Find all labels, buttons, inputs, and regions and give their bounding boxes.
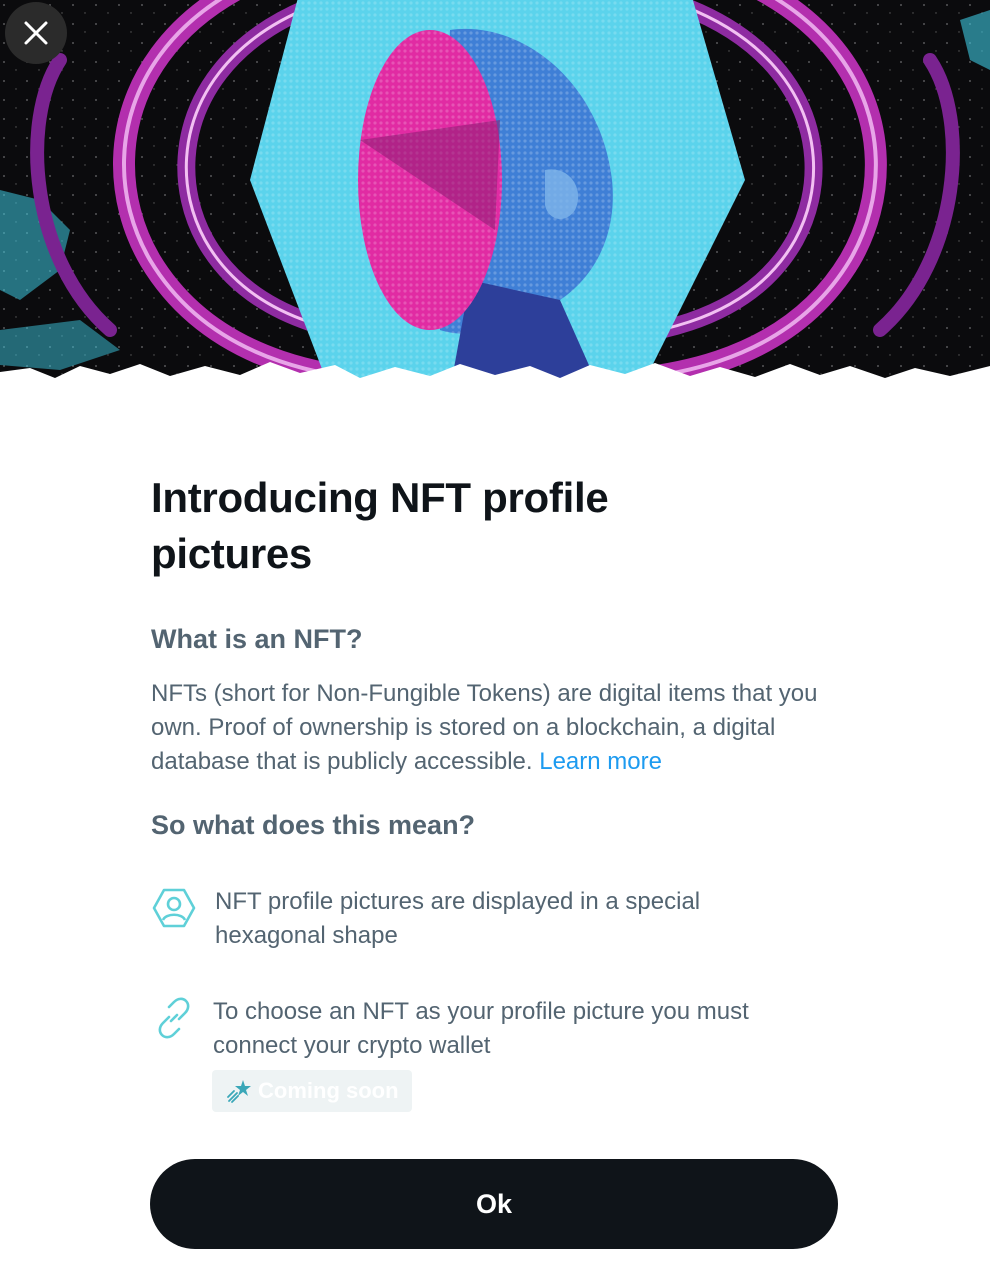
- coming-soon-label: Coming soon: [258, 1078, 399, 1103]
- list-item-text: To choose an NFT as your profile picture…: [213, 998, 749, 1059]
- dialog-title: Introducing NFT profile pictures: [151, 474, 609, 577]
- nft-description: NFTs (short for Non-Fungible Tokens) are…: [151, 677, 841, 779]
- ok-button[interactable]: Ok: [150, 1159, 838, 1249]
- hero-illustration: [0, 0, 990, 420]
- section-heading-meaning: So what does this mean?: [151, 810, 476, 840]
- shooting-star-icon: [227, 1080, 251, 1103]
- list-item-wallet: To choose an NFT as your profile picture…: [151, 995, 813, 1063]
- section-heading-what-is-nft: What is an NFT?: [151, 624, 363, 654]
- list-item-text: NFT profile pictures are displayed in a …: [215, 888, 701, 949]
- close-button[interactable]: [5, 2, 67, 64]
- close-icon: [24, 21, 48, 45]
- link-icon: [158, 997, 190, 1039]
- hexagon-profile-icon: [152, 888, 196, 928]
- coming-soon-badge: Coming soon: [212, 1070, 412, 1112]
- dialog-content: Introducing NFT profile pictures What is…: [151, 470, 841, 1112]
- learn-more-link[interactable]: Learn more: [539, 748, 662, 775]
- nft-description-text: NFTs (short for Non-Fungible Tokens) are…: [151, 680, 818, 775]
- list-item-hexagon: NFT profile pictures are displayed in a …: [151, 885, 815, 953]
